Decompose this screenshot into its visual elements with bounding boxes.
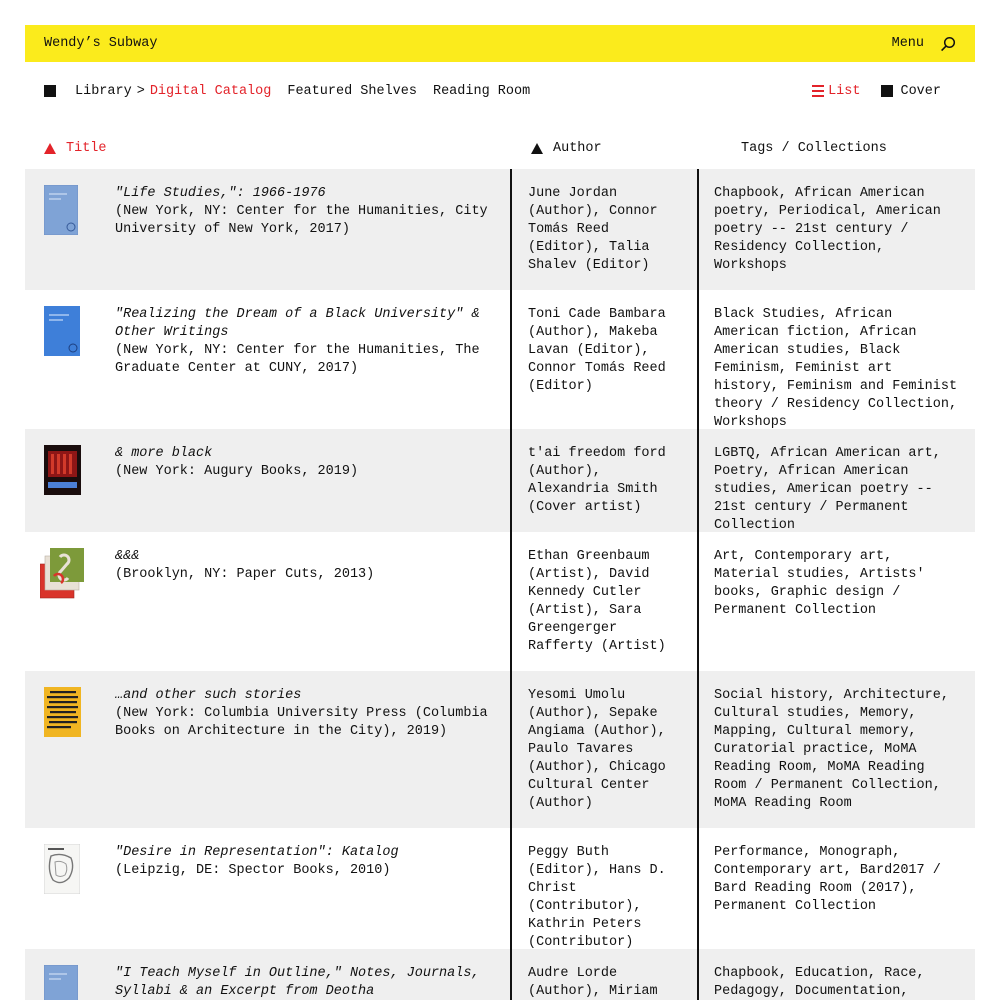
menu-button[interactable]: Menu [892, 36, 924, 51]
column-divider [697, 949, 699, 1000]
header-bar: Wendy’s Subway Menu [25, 25, 975, 62]
column-divider [697, 828, 699, 949]
column-author-label: Author [553, 141, 602, 156]
header-actions: Menu [892, 36, 956, 52]
list-view-label: List [828, 83, 861, 99]
author-cell: Toni Cade Bambara (Author), Makeba Lavan… [528, 307, 666, 394]
book-title[interactable]: "Realizing the Dream of a Black Universi… [115, 306, 500, 342]
sort-title-button[interactable]: Title [44, 141, 107, 156]
column-divider [510, 949, 512, 1000]
view-toggle: List Cover [812, 84, 941, 99]
table-row[interactable]: …and other such stories (New York: Colum… [25, 671, 975, 828]
table-row[interactable]: "Life Studies,": 1966-1976 (New York, NY… [25, 169, 975, 290]
square-icon [881, 85, 894, 97]
author-cell: June Jordan (Author), Connor Tomás Reed … [528, 186, 658, 273]
tags-cell: Chapbook, African American poetry, Perio… [714, 186, 941, 273]
book-cover-icon[interactable] [40, 548, 84, 600]
search-icon[interactable] [940, 36, 956, 52]
square-icon [44, 85, 56, 97]
title-cell[interactable]: &&& (Brooklyn, NY: Paper Cuts, 2013) [115, 548, 500, 584]
column-divider [510, 290, 512, 429]
title-cell[interactable]: "Realizing the Dream of a Black Universi… [115, 306, 500, 378]
title-cell[interactable]: "Desire in Representation": Katalog (Lei… [115, 844, 500, 880]
book-title[interactable]: "Desire in Representation": Katalog [115, 844, 500, 862]
breadcrumb-separator: > [136, 83, 145, 99]
breadcrumb-library[interactable]: Library [75, 84, 132, 99]
column-divider [510, 532, 512, 671]
publication-info: (New York: Columbia University Press (Co… [115, 706, 488, 739]
column-tags-label: Tags / Collections [741, 141, 887, 156]
column-divider [510, 671, 512, 828]
table-header: Title Author Tags / Collections [25, 141, 975, 159]
book-title[interactable]: &&& [115, 548, 500, 566]
sort-ascending-icon [531, 143, 543, 154]
book-title[interactable]: & more black [115, 445, 500, 463]
tags-cell: Black Studies, African American fiction,… [714, 307, 958, 430]
column-title-label: Title [66, 141, 107, 156]
column-divider [510, 828, 512, 949]
table-row[interactable]: "Desire in Representation": Katalog (Lei… [25, 828, 975, 950]
table-row[interactable]: "I Teach Myself in Outline," Notes, Jour… [25, 949, 975, 1000]
table-row[interactable]: &&& (Brooklyn, NY: Paper Cuts, 2013) Eth… [25, 532, 975, 671]
nav-featured-shelves[interactable]: Featured Shelves [287, 84, 417, 99]
publication-info: (Leipzig, DE: Spector Books, 2010) [115, 863, 391, 878]
publication-info: (New York: Augury Books, 2019) [115, 464, 359, 479]
table-row[interactable]: "Realizing the Dream of a Black Universi… [25, 290, 975, 430]
title-cell[interactable]: …and other such stories (New York: Colum… [115, 687, 500, 741]
book-cover-icon[interactable] [44, 306, 80, 356]
title-cell[interactable]: "I Teach Myself in Outline," Notes, Jour… [115, 965, 500, 1000]
book-cover-icon[interactable] [44, 844, 80, 894]
nav-row: Library > Digital Catalog Featured Shelv… [44, 82, 941, 100]
column-divider [510, 429, 512, 532]
author-cell: Audre Lorde (Author), Miriam [528, 966, 658, 999]
tags-cell: Performance, Monograph, Contemporary art… [714, 845, 941, 914]
table-row[interactable]: & more black (New York: Augury Books, 20… [25, 429, 975, 533]
author-cell: Yesomi Umolu (Author), Sepake Angiama (A… [528, 688, 666, 811]
author-cell: Ethan Greenbaum (Artist), David Kennedy … [528, 549, 666, 654]
column-divider [697, 290, 699, 429]
column-divider [697, 169, 699, 290]
author-cell: Peggy Buth (Editor), Hans D. Christ (Con… [528, 845, 666, 950]
book-cover-icon[interactable] [44, 185, 78, 235]
title-cell[interactable]: "Life Studies,": 1966-1976 (New York, NY… [115, 185, 500, 239]
list-view-button[interactable]: List [812, 84, 860, 99]
sort-author-button[interactable]: Author [531, 141, 602, 156]
nav-reading-room[interactable]: Reading Room [433, 84, 530, 99]
tags-cell: Chapbook, Education, Race, Pedagogy, Doc… [714, 966, 925, 999]
breadcrumb: Library > Digital Catalog Featured Shelv… [44, 84, 530, 99]
cover-view-label: Cover [900, 83, 941, 99]
cover-view-button[interactable]: Cover [881, 84, 941, 99]
book-title[interactable]: "Life Studies,": 1966-1976 [115, 185, 500, 203]
column-divider [697, 671, 699, 828]
column-divider [510, 169, 512, 290]
list-icon [812, 85, 825, 97]
book-cover-icon[interactable] [44, 687, 81, 737]
book-title[interactable]: …and other such stories [115, 687, 500, 705]
catalog-table: "Life Studies,": 1966-1976 (New York, NY… [25, 169, 975, 1000]
tags-cell: LGBTQ, African American art, Poetry, Afr… [714, 446, 941, 533]
column-divider [697, 429, 699, 532]
publication-info: (New York, NY: Center for the Humanities… [115, 204, 488, 237]
column-divider [697, 532, 699, 671]
book-cover-icon[interactable] [44, 965, 78, 1000]
publication-info: (Brooklyn, NY: Paper Cuts, 2013) [115, 567, 375, 582]
tags-cell: Art, Contemporary art, Material studies,… [714, 549, 925, 618]
site-name[interactable]: Wendy’s Subway [44, 36, 157, 51]
breadcrumb-digital-catalog[interactable]: Digital Catalog [150, 84, 272, 99]
title-cell[interactable]: & more black (New York: Augury Books, 20… [115, 445, 500, 481]
book-title[interactable]: "I Teach Myself in Outline," Notes, Jour… [115, 965, 500, 1000]
author-cell: t'ai freedom ford (Author), Alexandria S… [528, 446, 666, 515]
publication-info: (New York, NY: Center for the Humanities… [115, 343, 480, 376]
sort-ascending-icon [44, 143, 56, 154]
book-cover-icon[interactable] [44, 445, 81, 495]
column-tags-header: Tags / Collections [741, 141, 887, 156]
tags-cell: Social history, Architecture, Cultural s… [714, 688, 949, 811]
